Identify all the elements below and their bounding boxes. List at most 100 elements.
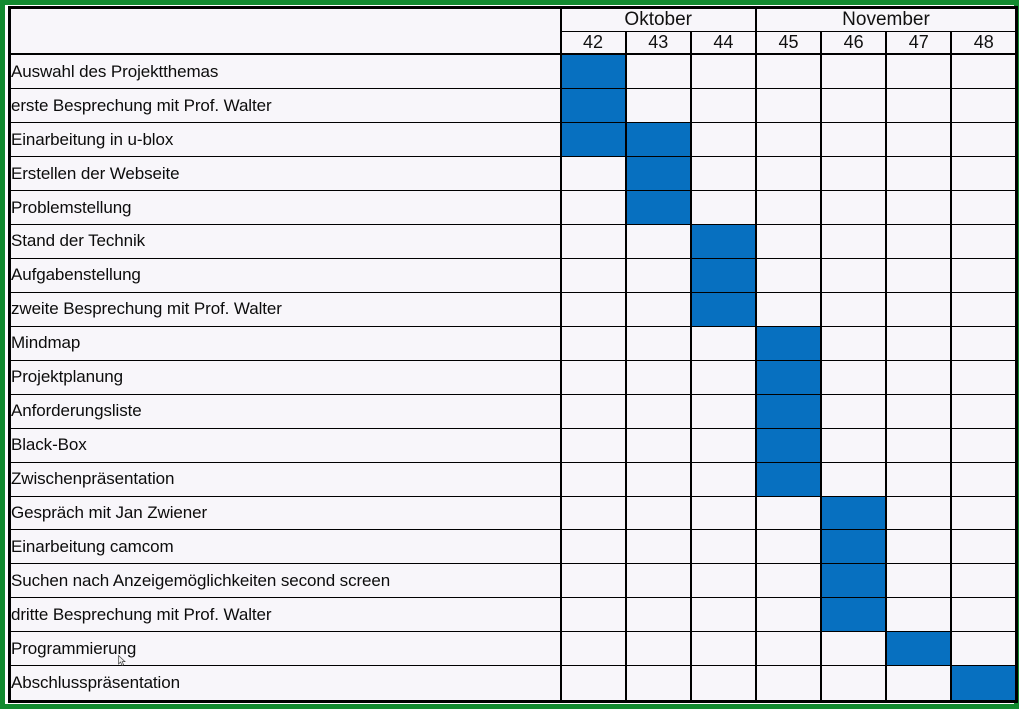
gantt-empty-cell: [950, 461, 1018, 497]
task-row: dritte Besprechung mit Prof. Walter: [9, 597, 1018, 633]
gantt-empty-cell: [950, 597, 1018, 633]
gantt-empty-cell: [754, 529, 823, 565]
month-header-november: November: [754, 7, 1018, 32]
gantt-empty-cell: [754, 495, 823, 531]
gantt-empty-cell: [820, 122, 888, 158]
gantt-empty-cell: [624, 631, 692, 667]
gantt-empty-cell: [885, 122, 953, 158]
gantt-empty-cell: [689, 359, 757, 395]
gantt-bar-cell: [559, 122, 627, 158]
gantt-empty-cell: [885, 427, 953, 463]
gantt-empty-cell: [559, 427, 627, 463]
gantt-empty-cell: [950, 122, 1018, 158]
gantt-empty-cell: [624, 461, 692, 497]
gantt-empty-cell: [754, 122, 823, 158]
task-label: Suchen nach Anzeigemöglichkeiten second …: [9, 563, 562, 599]
gantt-empty-cell: [689, 325, 757, 361]
task-row: Mindmap: [9, 325, 1018, 361]
month-header-oktober: Oktober: [559, 7, 757, 32]
task-label: Problemstellung: [9, 190, 562, 225]
gantt-bar-cell: [689, 257, 757, 293]
task-row: Anforderungsliste: [9, 393, 1018, 429]
task-label: Erstellen der Webseite: [9, 156, 562, 192]
gantt-empty-cell: [885, 563, 953, 599]
gantt-empty-cell: [820, 257, 888, 293]
gantt-empty-cell: [885, 495, 953, 531]
gantt-empty-cell: [559, 224, 627, 259]
gantt-empty-cell: [950, 156, 1018, 192]
gantt-empty-cell: [689, 122, 757, 158]
task-label: Einarbeitung in u-blox: [9, 122, 562, 158]
gantt-empty-cell: [689, 53, 757, 90]
task-row: Projektplanung: [9, 359, 1018, 395]
gantt-bar-cell: [689, 224, 757, 259]
gantt-empty-cell: [559, 325, 627, 361]
gantt-empty-cell: [559, 291, 627, 327]
gantt-empty-cell: [689, 461, 757, 497]
week-header-46: 46: [820, 31, 888, 55]
gantt-empty-cell: [754, 190, 823, 225]
gantt-empty-cell: [820, 156, 888, 192]
task-row: Suchen nach Anzeigemöglichkeiten second …: [9, 563, 1018, 599]
gantt-empty-cell: [559, 257, 627, 293]
gantt-empty-cell: [820, 665, 888, 702]
gantt-empty-cell: [885, 190, 953, 225]
task-row: Einarbeitung camcom: [9, 529, 1018, 565]
week-header-47: 47: [885, 31, 953, 55]
task-row: erste Besprechung mit Prof. Walter: [9, 88, 1018, 124]
gantt-bar-cell: [754, 393, 823, 429]
week-header-42: 42: [559, 31, 627, 55]
gantt-empty-cell: [689, 190, 757, 225]
task-label: Aufgabenstellung: [9, 257, 562, 293]
task-row: Gespräch mit Jan Zwiener: [9, 495, 1018, 531]
gantt-empty-cell: [950, 563, 1018, 599]
gantt-empty-cell: [885, 325, 953, 361]
gantt-empty-cell: [820, 88, 888, 124]
gantt-empty-cell: [885, 359, 953, 395]
gantt-empty-cell: [624, 53, 692, 90]
task-label: Abschlusspräsentation: [9, 665, 562, 702]
week-header-48: 48: [950, 31, 1018, 55]
gantt-empty-cell: [624, 224, 692, 259]
gantt-bar-cell: [559, 88, 627, 124]
gantt-empty-cell: [885, 461, 953, 497]
week-header-43: 43: [624, 31, 692, 55]
gantt-bar-cell: [820, 495, 888, 531]
gantt-empty-cell: [950, 190, 1018, 225]
gantt-empty-cell: [754, 156, 823, 192]
task-row: Black-Box: [9, 427, 1018, 463]
task-label: Stand der Technik: [9, 224, 562, 259]
gantt-empty-cell: [559, 529, 627, 565]
gantt-empty-cell: [624, 495, 692, 531]
gantt-empty-cell: [689, 597, 757, 633]
gantt-empty-cell: [689, 631, 757, 667]
gantt-task-rows: Auswahl des Projektthemas erste Besprechu…: [9, 53, 1018, 702]
gantt-empty-cell: [624, 257, 692, 293]
gantt-empty-cell: [689, 495, 757, 531]
task-row: Zwischenpräsentation: [9, 461, 1018, 497]
task-row: Abschlusspräsentation: [9, 665, 1018, 702]
task-label: Projektplanung: [9, 359, 562, 395]
gantt-empty-cell: [754, 224, 823, 259]
gantt-empty-cell: [950, 257, 1018, 293]
gantt-empty-cell: [559, 665, 627, 702]
gantt-chart-frame: Oktober November 42 43 44 45 46 47 48 Auswahl d…: [0, 0, 1019, 709]
gantt-empty-cell: [559, 563, 627, 599]
gantt-bar-cell: [820, 563, 888, 599]
gantt-bar-cell: [820, 597, 888, 633]
task-row: Erstellen der Webseite: [9, 156, 1018, 192]
gantt-schedule-table: Oktober November 42 43 44 45 46 47 48 Auswahl d…: [8, 6, 1019, 703]
gantt-empty-cell: [624, 88, 692, 124]
gantt-empty-cell: [885, 88, 953, 124]
task-row: Einarbeitung in u-blox: [9, 122, 1018, 158]
gantt-empty-cell: [950, 291, 1018, 327]
gantt-empty-cell: [820, 291, 888, 327]
gantt-empty-cell: [559, 461, 627, 497]
task-label: erste Besprechung mit Prof. Walter: [9, 88, 562, 124]
gantt-bar-cell: [559, 53, 627, 90]
gantt-empty-cell: [754, 257, 823, 293]
gantt-empty-cell: [754, 665, 823, 702]
gantt-empty-cell: [559, 495, 627, 531]
gantt-empty-cell: [624, 665, 692, 702]
gantt-empty-cell: [689, 393, 757, 429]
